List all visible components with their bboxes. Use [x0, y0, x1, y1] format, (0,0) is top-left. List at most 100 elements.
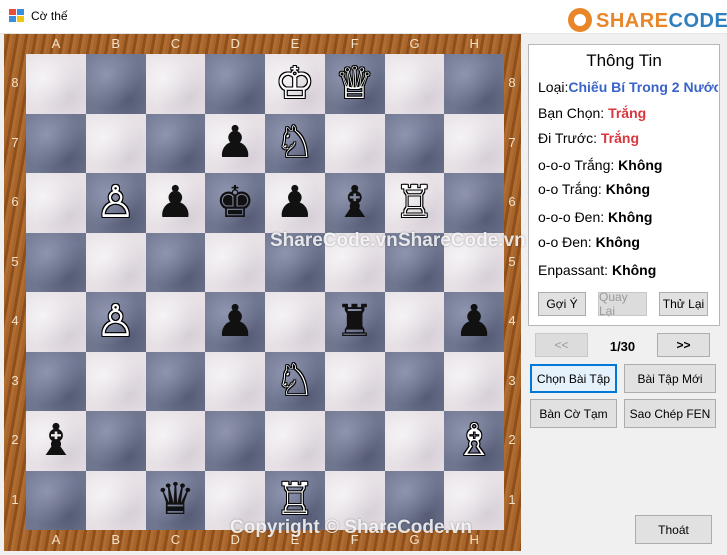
copy-fen-button[interactable]: Sao Chép FEN — [624, 399, 716, 428]
square-c5[interactable] — [145, 232, 206, 292]
chess-piece[interactable]: ♝ — [335, 180, 374, 225]
square-e5[interactable] — [265, 232, 325, 292]
hint-button[interactable]: Gợi Ý — [538, 292, 586, 316]
chess-piece[interactable]: ♘ — [275, 121, 314, 165]
square-f3[interactable] — [324, 351, 385, 411]
chess-piece[interactable]: ♟ — [215, 299, 254, 344]
new-exercise-button[interactable]: Bài Tập Mới — [624, 364, 716, 393]
chess-piece[interactable]: ♝ — [36, 418, 75, 463]
square-g3[interactable] — [384, 351, 445, 411]
chess-piece[interactable]: ♗ — [454, 418, 493, 463]
square-h5[interactable] — [444, 232, 504, 292]
square-f5[interactable] — [324, 232, 385, 292]
chess-piece[interactable]: ♖ — [275, 478, 314, 522]
enpassant-value: Không — [611, 262, 657, 278]
rank-label-left: 3 — [11, 372, 19, 388]
square-h2[interactable]: ♗ — [444, 411, 504, 471]
square-g6[interactable]: ♖ — [384, 173, 445, 233]
square-f8[interactable]: ♕ — [324, 54, 385, 114]
chess-piece[interactable]: ♚ — [215, 180, 254, 225]
square-b4[interactable]: ♙ — [85, 292, 146, 352]
square-h3[interactable] — [444, 351, 504, 411]
square-g1[interactable] — [384, 470, 445, 530]
square-f6[interactable]: ♝ — [324, 173, 385, 233]
square-e3[interactable]: ♘ — [265, 351, 325, 411]
square-f2[interactable] — [324, 411, 385, 471]
square-f1[interactable] — [324, 470, 385, 530]
square-d1[interactable] — [205, 470, 265, 530]
prev-exercise-button[interactable]: << — [535, 333, 588, 357]
square-a4[interactable] — [26, 292, 86, 352]
square-c2[interactable] — [145, 411, 206, 471]
square-a7[interactable] — [26, 113, 86, 173]
square-g2[interactable] — [384, 411, 445, 471]
square-c8[interactable] — [145, 54, 206, 114]
square-b2[interactable] — [85, 411, 146, 471]
square-e2[interactable] — [265, 411, 325, 471]
chess-piece[interactable]: ♟ — [454, 299, 493, 344]
chess-piece[interactable]: ♙ — [96, 299, 135, 344]
retry-button[interactable]: Thử Lại — [659, 292, 708, 316]
square-g7[interactable] — [384, 113, 445, 173]
square-d7[interactable]: ♟ — [205, 113, 265, 173]
choose-exercise-button[interactable]: Chọn Bài Tập — [530, 364, 617, 393]
chess-board[interactable]: ♔ ♕ ♟ ♘ ♙ ♟ ♚ ♟ ♝ ♖ ♙ ♟ ♜ ♟ ♘ ♝ ♗ ♛ ♖ — [26, 54, 504, 530]
square-e1[interactable]: ♖ — [265, 470, 325, 530]
square-a3[interactable] — [26, 351, 86, 411]
square-d3[interactable] — [205, 351, 265, 411]
chess-piece[interactable]: ♔ — [275, 61, 314, 106]
chess-piece[interactable]: ♖ — [395, 180, 434, 225]
undo-button[interactable]: Quay Lại — [598, 290, 647, 318]
square-c6[interactable]: ♟ — [145, 173, 206, 233]
chess-piece[interactable]: ♕ — [335, 61, 374, 106]
chess-piece[interactable]: ♟ — [215, 121, 254, 165]
square-a1[interactable] — [26, 470, 86, 530]
square-c1[interactable]: ♛ — [145, 470, 206, 530]
square-d5[interactable] — [205, 232, 265, 292]
square-b7[interactable] — [85, 113, 146, 173]
square-h1[interactable] — [444, 470, 504, 530]
next-exercise-button[interactable]: >> — [657, 333, 710, 357]
square-e8[interactable]: ♔ — [265, 54, 325, 114]
square-d2[interactable] — [205, 411, 265, 471]
temp-board-button[interactable]: Bàn Cờ Tạm — [530, 399, 617, 428]
square-g4[interactable] — [384, 292, 445, 352]
square-b6[interactable]: ♙ — [85, 173, 146, 233]
square-a8[interactable] — [26, 54, 86, 114]
square-g8[interactable] — [384, 54, 445, 114]
square-e6[interactable]: ♟ — [265, 173, 325, 233]
chess-piece[interactable]: ♘ — [275, 359, 314, 403]
square-c4[interactable] — [145, 292, 206, 352]
chess-piece[interactable]: ♙ — [96, 180, 135, 225]
square-g5[interactable] — [384, 232, 445, 292]
square-a2[interactable]: ♝ — [26, 411, 86, 471]
file-label-bottom: H — [469, 532, 479, 547]
square-d6[interactable]: ♚ — [205, 173, 265, 233]
square-c3[interactable] — [145, 351, 206, 411]
square-f7[interactable] — [324, 113, 385, 173]
square-b5[interactable] — [85, 232, 146, 292]
square-e7[interactable]: ♘ — [265, 113, 325, 173]
square-h7[interactable] — [444, 113, 504, 173]
square-e4[interactable] — [265, 292, 325, 352]
square-a6[interactable] — [26, 173, 86, 233]
file-label-top: C — [170, 36, 181, 51]
square-h8[interactable] — [444, 54, 504, 114]
square-b3[interactable] — [85, 351, 146, 411]
square-h4[interactable]: ♟ — [444, 292, 504, 352]
square-d4[interactable]: ♟ — [205, 292, 265, 352]
exit-button[interactable]: Thoát — [635, 515, 712, 544]
square-b8[interactable] — [85, 54, 146, 114]
type-value: Chiếu Bí Trong 2 Nước — [568, 79, 718, 95]
square-c7[interactable] — [145, 113, 206, 173]
chess-piece[interactable]: ♛ — [156, 478, 195, 522]
chess-piece[interactable]: ♜ — [335, 299, 374, 344]
rank-label-right: 7 — [508, 134, 516, 150]
chess-piece[interactable]: ♟ — [156, 180, 195, 225]
square-a5[interactable] — [26, 232, 86, 292]
square-b1[interactable] — [85, 470, 146, 530]
square-d8[interactable] — [205, 54, 265, 114]
square-h6[interactable] — [444, 173, 504, 233]
square-f4[interactable]: ♜ — [324, 292, 385, 352]
chess-piece[interactable]: ♟ — [275, 180, 314, 225]
